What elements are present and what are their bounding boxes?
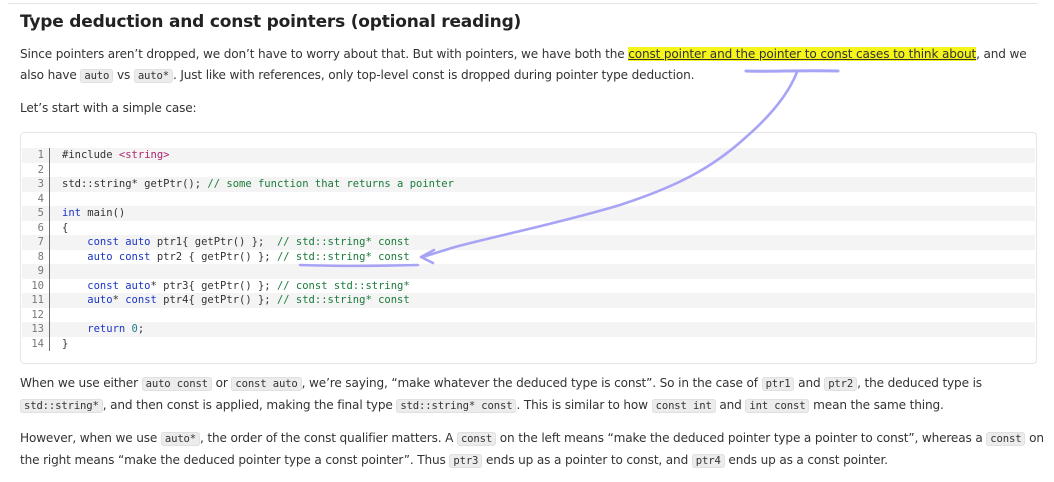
line-number: 13 xyxy=(31,323,44,335)
code-line: 10 const auto* ptr3{ getPtr() }; // cons… xyxy=(22,278,1035,293)
line-number: 2 xyxy=(37,163,44,176)
code-line: 1 #include <string> xyxy=(22,148,1035,163)
line-number: 10 xyxy=(31,279,44,292)
line-number: 11 xyxy=(31,294,44,306)
inline-code: ptr3 xyxy=(449,454,483,468)
intro-paragraph: Since pointers aren’t dropped, we don’t … xyxy=(20,44,1040,87)
line-number: 9 xyxy=(37,265,44,277)
line-number: 12 xyxy=(31,308,44,321)
code-line: 5 int main() xyxy=(22,206,1035,221)
code-block[interactable]: 1 #include <string> 2 3 std::string* getPt… xyxy=(20,132,1037,364)
line-number: 1 xyxy=(37,149,44,161)
inline-code: int const xyxy=(745,399,810,413)
text: also have xyxy=(20,68,81,82)
code-line: 2 xyxy=(22,162,1035,177)
line-number: 14 xyxy=(31,337,44,350)
code-line: 9 xyxy=(22,264,1035,279)
explanation-paragraph-2: However, when we use auto*, the order of… xyxy=(20,431,1044,468)
text: Since pointers aren’t dropped, we don’t … xyxy=(20,47,629,61)
code-line: 7 const auto ptr1{ getPtr() }; // std::s… xyxy=(22,235,1035,250)
line-number: 6 xyxy=(37,221,44,234)
code-line: 14} xyxy=(22,336,1035,351)
section-heading: Type deduction and const pointers (optio… xyxy=(20,12,522,32)
code-line: 8 auto const ptr2 { getPtr() }; // std::… xyxy=(22,249,1035,264)
line-number: 3 xyxy=(37,178,44,190)
inline-code: ptr1 xyxy=(761,377,795,391)
text: . Just like with references, only top-le… xyxy=(172,68,695,82)
inline-code: ptr4 xyxy=(691,454,725,468)
code-line: 3 std::string* getPtr(); // some function… xyxy=(22,177,1035,192)
inline-code: auto* xyxy=(160,432,201,446)
top-divider xyxy=(8,3,1038,4)
inline-code: auto xyxy=(80,69,114,83)
inline-code: std::string* xyxy=(20,399,103,413)
lead-in-paragraph: Let’s start with a simple case: xyxy=(20,101,197,115)
inline-code: ptr2 xyxy=(824,377,858,391)
inline-code: const auto xyxy=(231,377,302,391)
inline-code: const xyxy=(986,432,1026,446)
line-number: 8 xyxy=(37,250,44,263)
line-number: 7 xyxy=(37,236,44,248)
text: , and we xyxy=(976,47,1027,61)
inline-code: std::string* const xyxy=(396,399,517,413)
line-number: 4 xyxy=(37,192,44,205)
code-line: 11 auto* const ptr4{ getPtr() }; // std:… xyxy=(22,293,1035,308)
code-line: 6{ xyxy=(22,220,1035,235)
inline-code: auto* xyxy=(133,69,173,83)
inline-code: const xyxy=(456,432,497,446)
inline-code: auto const xyxy=(141,377,212,391)
explanation-paragraph: When we use either auto const or const a… xyxy=(20,376,982,413)
highlighted-text: const pointer and the pointer to const c… xyxy=(628,47,977,61)
line-number: 5 xyxy=(37,207,44,219)
inline-code: const int xyxy=(651,399,716,413)
code-line: 4 xyxy=(22,191,1035,206)
text: vs xyxy=(113,68,134,82)
code-line: 12 xyxy=(22,307,1035,322)
code-line: 13 return 0; xyxy=(22,322,1035,337)
